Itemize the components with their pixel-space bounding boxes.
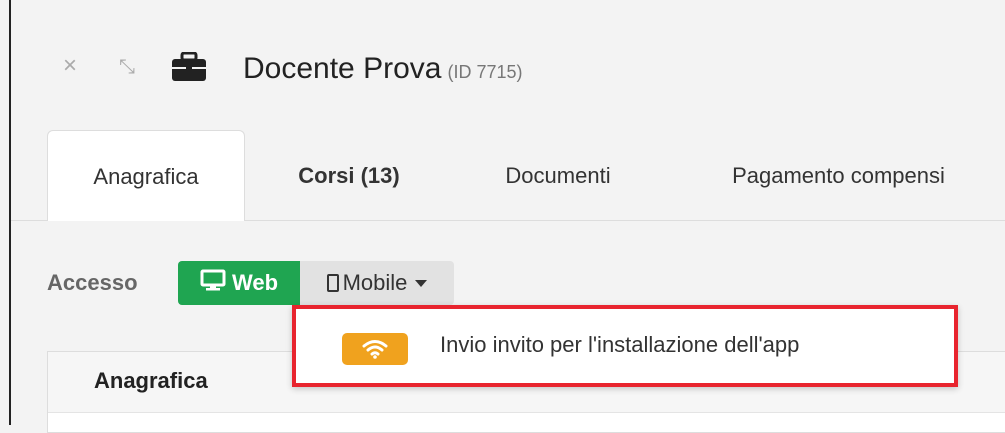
panel-title: Anagrafica: [94, 368, 208, 393]
window-header: × ⤡ Docente Prova (ID 7715): [11, 0, 1005, 130]
wifi-icon: [342, 333, 408, 365]
page-title-text: Docente Prova: [243, 52, 442, 85]
send-app-invite-label: Invio invito per l'installazione dell'ap…: [440, 332, 800, 357]
monitor-icon: [200, 269, 226, 297]
tab-documenti[interactable]: Documenti: [473, 130, 643, 220]
minimize-icon[interactable]: ⤡: [119, 56, 135, 79]
tab-anagrafica[interactable]: Anagrafica: [47, 130, 245, 222]
mobile-access-label: Mobile: [342, 270, 408, 295]
close-icon[interactable]: ×: [63, 52, 77, 80]
tab-pagamento-compensi[interactable]: Pagamento compensi: [686, 130, 991, 220]
send-app-invite-item[interactable]: Invio invito per l'installazione dell'ap…: [296, 309, 954, 383]
web-access-label: Web: [231, 270, 279, 295]
briefcase-icon: [171, 51, 207, 87]
record-id: (ID 7715): [447, 62, 523, 82]
caret-down-icon: [415, 279, 428, 287]
mobile-dropdown-menu: Invio invito per l'installazione dell'ap…: [292, 305, 958, 387]
access-label: Accesso: [47, 270, 138, 295]
tab-corsi[interactable]: Corsi (13): [274, 130, 424, 220]
page-title: Docente Prova (ID 7715): [243, 52, 523, 86]
mobile-phone-icon: [326, 274, 339, 292]
mobile-access-dropdown[interactable]: Mobile: [300, 261, 454, 305]
web-access-button[interactable]: Web: [178, 261, 300, 305]
tab-bar: Anagrafica Corsi (13) Documenti Pagament…: [11, 130, 1005, 222]
